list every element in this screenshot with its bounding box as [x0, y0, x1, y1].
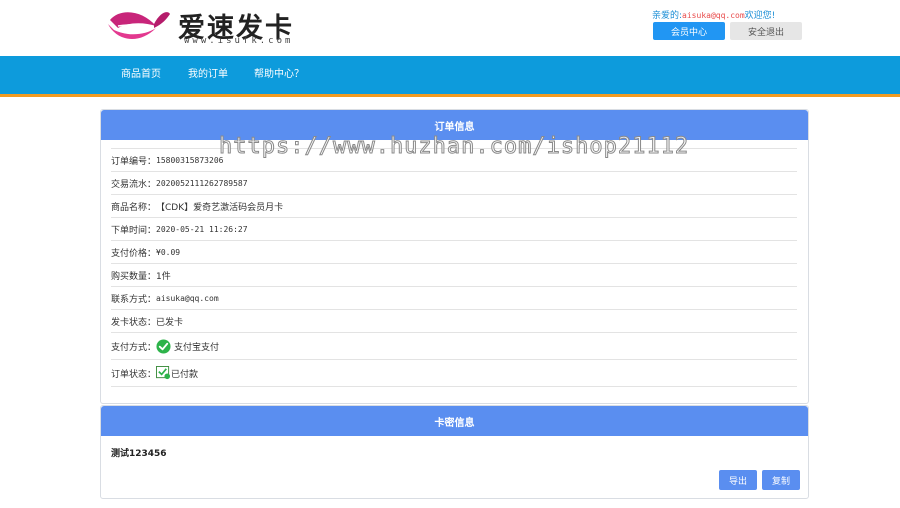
- copy-button[interactable]: 复制: [762, 470, 800, 490]
- row-label: 交易流水：: [111, 179, 157, 190]
- row-label: 订单编号：: [111, 156, 157, 167]
- order-row-delivery-status: 发卡状态： 已发卡: [111, 309, 797, 332]
- row-label: 联系方式：: [111, 294, 157, 305]
- logo-butterfly-icon: [108, 12, 170, 40]
- row-label: 发卡状态：: [111, 317, 157, 328]
- order-status-value: 已付款: [171, 369, 199, 380]
- order-row-time: 下单时间： 2020-05-21 11:26:27: [111, 217, 797, 240]
- nav-item-home[interactable]: 商品首页: [121, 56, 161, 94]
- row-label: 订单状态：: [111, 369, 157, 380]
- row-label: 商品名称：: [111, 202, 157, 213]
- row-label: 支付价格：: [111, 248, 157, 259]
- contact-value: aisuka@qq.com: [156, 293, 219, 303]
- order-row-number: 订单编号： 15800315873206: [111, 148, 797, 171]
- order-row-quantity: 购买数量： 1件: [111, 263, 797, 286]
- logout-button[interactable]: 安全退出: [730, 22, 802, 40]
- paid-status-icon: [156, 366, 171, 380]
- row-label: 支付方式：: [111, 342, 157, 353]
- order-row-product: 商品名称： 【CDK】爱奇艺激活码会员月卡: [111, 194, 797, 217]
- nav-accent-line: [0, 94, 900, 97]
- order-row-payment-method: 支付方式： 支付宝支付: [111, 332, 797, 359]
- greeting-suffix: 欢迎您!: [744, 11, 776, 21]
- order-info-title: 订单信息: [101, 110, 808, 140]
- product-name-value: 【CDK】爱奇艺激活码会员月卡: [156, 202, 284, 213]
- nav-item-my-orders[interactable]: 我的订单: [188, 56, 228, 94]
- greeting-prefix: 亲爱的:: [652, 11, 683, 21]
- order-time-value: 2020-05-21 11:26:27: [156, 224, 248, 234]
- order-info-rows: 订单编号： 15800315873206 交易流水： 202005211126278…: [111, 148, 797, 387]
- user-email: aisuka@qq.com: [682, 11, 745, 20]
- site-logo[interactable]: 爱速发卡 www.isufk.com: [104, 6, 334, 48]
- quantity-value: 1件: [156, 271, 171, 282]
- row-label: 下单时间：: [111, 225, 157, 236]
- check-circle-icon: [156, 338, 171, 354]
- card-info-panel: 卡密信息 测试123456 导出 复制: [100, 405, 809, 499]
- user-greeting: 亲爱的:aisuka@qq.com欢迎您!: [652, 8, 775, 21]
- main-nav: 商品首页 我的订单 帮助中心？: [0, 56, 900, 94]
- card-info-title: 卡密信息: [101, 406, 808, 436]
- delivery-status-value: 已发卡: [156, 317, 184, 328]
- order-row-contact: 联系方式： aisuka@qq.com: [111, 286, 797, 309]
- card-secret-text[interactable]: 测试123456: [111, 446, 167, 459]
- logo-url: www.isufk.com: [184, 36, 294, 46]
- nav-item-help[interactable]: 帮助中心？: [254, 56, 304, 94]
- order-row-price: 支付价格： ¥0.09: [111, 240, 797, 263]
- price-value: ¥0.09: [156, 247, 181, 257]
- export-button[interactable]: 导出: [719, 470, 757, 490]
- row-label: 购买数量：: [111, 271, 157, 282]
- site-header: 爱速发卡 www.isufk.com 亲爱的:aisuka@qq.com欢迎您!…: [0, 0, 900, 56]
- payment-method-value: 支付宝支付: [174, 342, 220, 353]
- order-info-panel: 订单信息 订单编号： 15800315873206 交易流水： 2020052111…: [100, 109, 809, 404]
- order-row-order-status: 订单状态： 已付款: [111, 359, 797, 387]
- order-row-transaction: 交易流水： 2020052111262789587: [111, 171, 797, 194]
- transaction-value: 2020052111262789587: [156, 178, 248, 188]
- member-center-button[interactable]: 会员中心: [653, 22, 725, 40]
- order-number-value: 15800315873206: [156, 155, 224, 165]
